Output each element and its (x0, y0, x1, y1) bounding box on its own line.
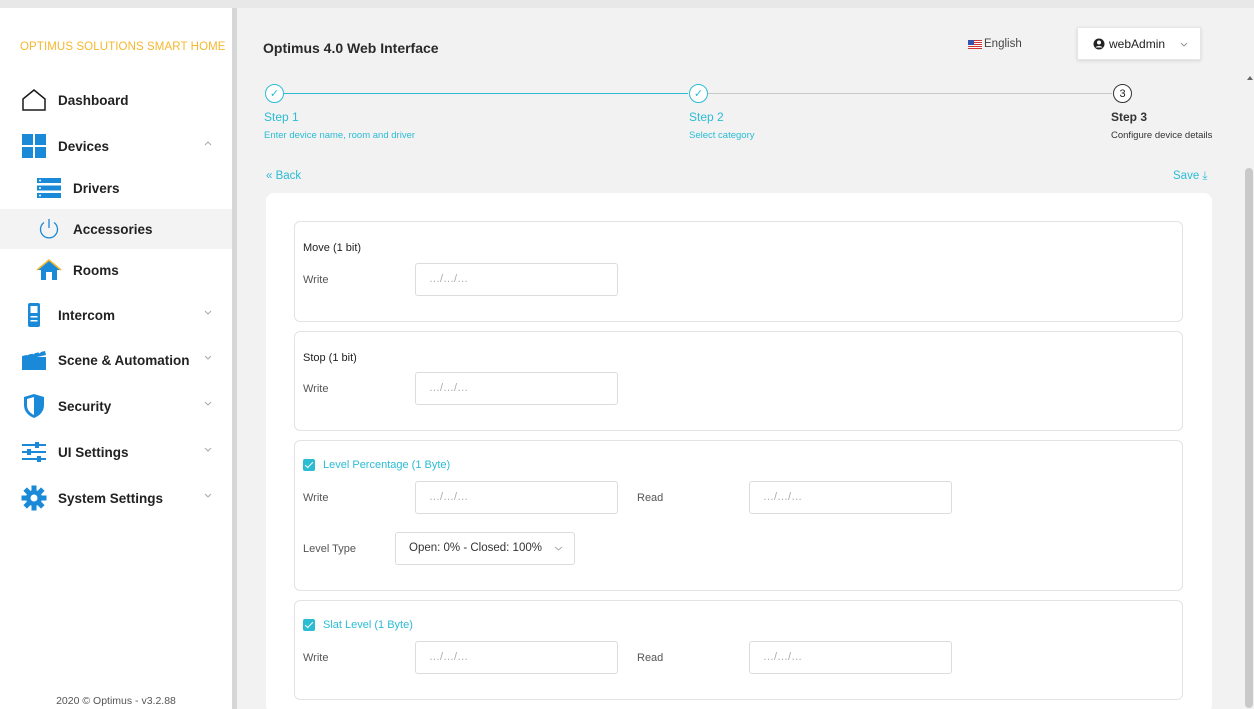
chevron-down-icon (1180, 42, 1188, 47)
level-type-value: Open: 0% - Closed: 100% (409, 542, 542, 554)
version-footer: 2020 © Optimus - v3.2.88 (56, 695, 176, 707)
level-type-label: Level Type (303, 543, 357, 555)
step-1-description: Enter device name, room and driver (264, 130, 416, 141)
sidebar-item-drivers[interactable]: Drivers (0, 168, 232, 208)
step-3-number: 3 (1113, 84, 1132, 103)
slat-read-label: Read (637, 652, 664, 664)
sidebar-item-label: Accessories (73, 221, 153, 237)
chevron-up-icon (204, 141, 212, 146)
level-write-label: Write (303, 492, 329, 504)
sidebar-item-devices[interactable]: Devices (0, 126, 232, 166)
clapper-icon (20, 346, 48, 374)
chevron-down-icon (204, 310, 212, 315)
user-circle-icon (1093, 38, 1105, 49)
top-strip (0, 0, 1254, 8)
stop-write-input[interactable]: …/…/… (415, 372, 618, 405)
chevron-down-icon (204, 493, 212, 498)
username: webAdmin (1109, 36, 1166, 51)
sidebar-item-scene-automation[interactable]: Scene & Automation (0, 340, 232, 380)
sidebar-item-system-settings[interactable]: System Settings (0, 478, 232, 518)
language-selector[interactable]: English (968, 38, 1022, 50)
back-button[interactable]: « Back (266, 170, 301, 182)
level-checkbox[interactable] (303, 459, 315, 471)
grid-icon (20, 132, 48, 160)
step-2-title: Step 2 (689, 110, 724, 124)
chevron-down-icon (204, 401, 212, 406)
slat-read-input[interactable]: …/…/… (749, 641, 952, 674)
step-1-check-icon: ✓ (265, 84, 284, 103)
move-write-input[interactable]: …/…/… (415, 263, 618, 296)
app-root: OPTIMUS SOLUTIONS SMART HOME Dashboard D… (0, 0, 1254, 709)
brand-name: OPTIMUS SOLUTIONS SMART HOME (20, 41, 226, 53)
slat-checkbox-row[interactable]: Slat Level (1 Byte) (303, 619, 413, 631)
house-icon (20, 86, 48, 114)
sidebar-item-label: Devices (58, 138, 110, 154)
sidebar-item-label: UI Settings (58, 444, 129, 460)
slat-write-label: Write (303, 652, 329, 664)
sidebar-item-dashboard[interactable]: Dashboard (0, 80, 232, 120)
stop-title: Stop (1 bit) (303, 352, 357, 364)
sidebar-item-ui-settings[interactable]: UI Settings (0, 432, 232, 472)
user-menu[interactable]: webAdmin (1077, 27, 1201, 60)
sidebar-item-rooms[interactable]: Rooms (0, 250, 232, 290)
slat-checkbox[interactable] (303, 619, 315, 631)
sidebar-item-label: Rooms (73, 262, 119, 278)
scroll-up-arrow-icon[interactable] (1247, 76, 1253, 80)
step-3-title: Step 3 (1111, 110, 1148, 124)
level-read-label: Read (637, 492, 664, 504)
level-write-input[interactable]: …/…/… (415, 481, 618, 514)
sidebar-item-label: System Settings (58, 490, 164, 506)
sidebar-item-label: Security (58, 398, 112, 414)
stop-write-label: Write (303, 383, 329, 395)
move-title: Move (1 bit) (303, 242, 362, 254)
sidebar-item-label: Drivers (73, 180, 120, 196)
level-type-select[interactable]: Open: 0% - Closed: 100% (395, 532, 575, 565)
chevron-down-icon (204, 355, 212, 360)
step-1-title: Step 1 (264, 110, 299, 124)
home-icon (35, 256, 63, 284)
language-label: English (984, 38, 1022, 50)
sidebar-item-accessories[interactable]: Accessories (0, 209, 232, 249)
sidebar-item-label: Dashboard (58, 92, 129, 108)
level-checkbox-row[interactable]: Level Percentage (1 Byte) (303, 459, 450, 471)
step-3-description: Configure device details (1111, 130, 1213, 141)
chevron-down-icon (204, 447, 212, 452)
shield-icon (20, 392, 48, 420)
slat-write-input[interactable]: …/…/… (415, 641, 618, 674)
sidebar-item-label: Scene & Automation (58, 352, 190, 368)
intercom-icon (20, 301, 48, 329)
power-icon (35, 215, 63, 243)
slat-title: Slat Level (1 Byte) (323, 619, 413, 631)
save-button[interactable]: Save ⤓ (1173, 170, 1208, 183)
us-flag-icon (968, 39, 982, 49)
sidebar-divider (232, 8, 237, 709)
chevron-down-icon (554, 546, 563, 551)
level-read-input[interactable]: …/…/… (749, 481, 952, 514)
sidebar-item-security[interactable]: Security (0, 386, 232, 426)
page-title: Optimus 4.0 Web Interface (263, 40, 439, 56)
scrollbar-thumb[interactable] (1245, 168, 1253, 708)
step-connector-1 (284, 93, 688, 94)
sidebar-item-intercom[interactable]: Intercom (0, 295, 232, 335)
sidebar-item-label: Intercom (58, 307, 116, 323)
server-icon (35, 174, 63, 202)
step-2-description: Select category (689, 130, 755, 141)
level-title: Level Percentage (1 Byte) (323, 459, 451, 471)
sliders-icon (20, 438, 48, 466)
step-2-check-icon: ✓ (689, 84, 708, 103)
step-connector-2 (708, 93, 1112, 94)
move-write-label: Write (303, 274, 329, 286)
gear-icon (20, 484, 48, 512)
